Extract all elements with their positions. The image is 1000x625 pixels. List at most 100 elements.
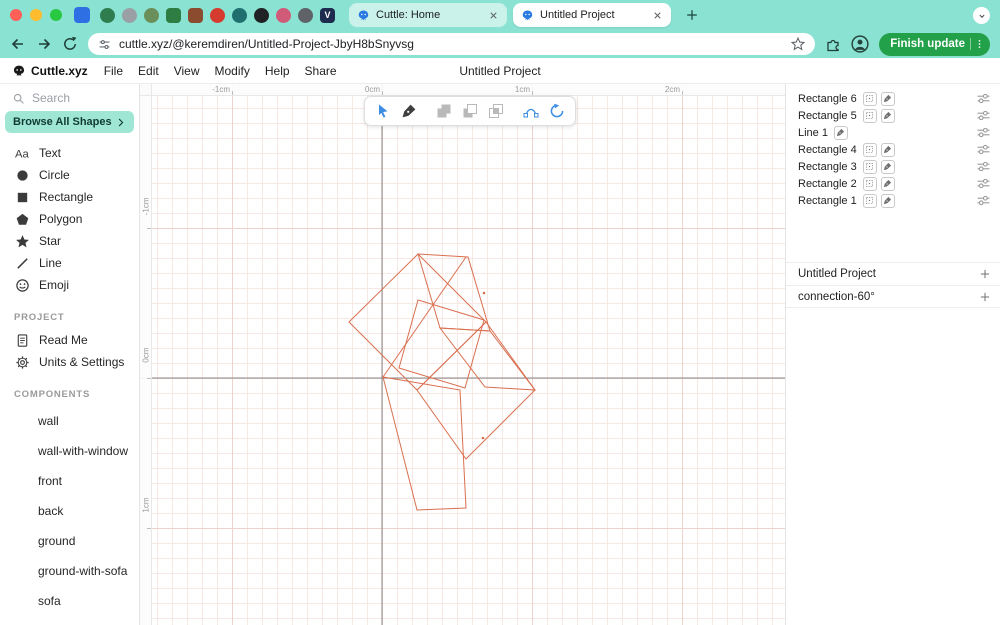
close-tab-icon[interactable] [652,10,663,21]
transform-icon[interactable] [862,193,877,208]
pinned-app-icon[interactable] [74,7,90,23]
menu-share[interactable]: Share [305,64,337,78]
extension-icon[interactable] [232,7,247,23]
component-item-ground-with-sofa[interactable]: ground-with-sofa [0,556,139,586]
layer-row-rectangle-6[interactable]: Rectangle 6 [786,90,1000,107]
reload-button[interactable] [62,36,78,52]
brand-name[interactable]: Cuttle.xyz [31,64,88,78]
layer-row-rectangle-4[interactable]: Rectangle 4 [786,141,1000,158]
menu-edit[interactable]: Edit [138,64,159,78]
project-item-read-me[interactable]: Read Me [0,329,139,351]
forward-button[interactable] [36,36,52,52]
stroke-pen-icon[interactable] [880,108,895,123]
layer-row-rectangle-2[interactable]: Rectangle 2 [786,175,1000,192]
sliders-icon[interactable] [976,110,991,121]
component-item-front[interactable]: front [0,466,139,496]
shape-item-circle[interactable]: Circle [0,164,139,186]
shape-item-emoji[interactable]: Emoji [0,274,139,296]
extension-icon[interactable] [144,7,159,23]
shape-item-star[interactable]: Star [0,230,139,252]
menu-help[interactable]: Help [265,64,290,78]
tab-untitled-project[interactable]: Untitled Project [513,3,671,27]
sliders-icon[interactable] [976,195,991,206]
rotate-tool[interactable] [549,103,565,119]
extension-icon[interactable] [276,7,291,23]
component-item-back[interactable]: back [0,496,139,526]
extension-icon[interactable] [210,7,225,23]
transform-icon[interactable] [862,91,877,106]
stroke-pen-icon[interactable] [833,125,848,140]
stroke-pen-icon[interactable] [880,176,895,191]
add-icon[interactable] [979,291,991,303]
stroke-pen-icon[interactable] [880,193,895,208]
minimize-window-button[interactable] [30,9,42,21]
component-item-door-connection[interactable]: door-connection [0,616,139,625]
layer-row-line-1[interactable]: Line 1 [786,124,1000,141]
group-connection-60[interactable]: connection-60° [786,285,1000,308]
url-bar[interactable]: cuttle.xyz/@keremdiren/Untitled-Project-… [88,33,816,55]
new-tab-button[interactable] [685,8,699,22]
extension-icon[interactable] [188,7,203,23]
stroke-pen-icon[interactable] [880,142,895,157]
shape-item-line[interactable]: Line [0,252,139,274]
sliders-icon[interactable] [976,93,991,104]
extension-icon[interactable] [254,7,269,23]
stroke-pen-icon[interactable] [880,159,895,174]
layer-row-rectangle-1[interactable]: Rectangle 1 [786,192,1000,209]
group-untitled-project[interactable]: Untitled Project [786,262,1000,285]
shape-item-text[interactable]: Aa Text [0,142,139,164]
shape-item-polygon[interactable]: Polygon [0,208,139,230]
close-tab-icon[interactable] [488,10,499,21]
transform-icon[interactable] [862,108,877,123]
site-settings-icon[interactable] [98,38,111,51]
boolean-union-tool[interactable] [436,103,452,119]
bookmark-star-icon[interactable] [791,37,806,51]
close-window-button[interactable] [10,9,22,21]
canvas[interactable]: -1cm 0cm 1cm 2cm -1cm 0cm 1cm [140,84,785,625]
layer-row-rectangle-5[interactable]: Rectangle 5 [786,107,1000,124]
node-tool[interactable] [523,103,539,119]
extension-icon[interactable] [100,7,115,23]
layer-label: Line 1 [798,126,828,139]
profile-avatar[interactable] [851,35,869,53]
finish-update-button[interactable]: Finish update [879,32,990,56]
extensions-puzzle-icon[interactable] [825,36,841,52]
sliders-icon[interactable] [976,178,991,189]
tab-search-button[interactable] [973,7,990,24]
extension-icon[interactable] [122,7,137,23]
zoom-window-button[interactable] [50,9,62,21]
extension-icon[interactable] [166,7,181,23]
extension-icon[interactable] [298,7,313,23]
shape-item-label: Line [39,256,62,270]
menu-view[interactable]: View [174,64,200,78]
pen-tool[interactable] [401,103,417,119]
add-icon[interactable] [979,268,991,280]
stroke-pen-icon[interactable] [880,91,895,106]
component-item-sofa[interactable]: sofa [0,586,139,616]
tab-cuttle-home[interactable]: Cuttle: Home [349,3,507,27]
boolean-intersect-tool[interactable] [488,103,504,119]
transform-icon[interactable] [862,159,877,174]
layer-row-rectangle-3[interactable]: Rectangle 3 [786,158,1000,175]
extension-icon[interactable]: V [320,7,335,23]
shape-item-rectangle[interactable]: Rectangle [0,186,139,208]
transform-icon[interactable] [862,142,877,157]
sliders-icon[interactable] [976,127,991,138]
menu-file[interactable]: File [104,64,123,78]
back-button[interactable] [10,36,26,52]
browse-all-shapes-button[interactable]: Browse All Shapes [5,111,134,133]
sliders-icon[interactable] [976,144,991,155]
component-item-wall[interactable]: wall [0,406,139,436]
project-item-units-settings[interactable]: Units & Settings [0,351,139,373]
component-item-wall-with-window[interactable]: wall-with-window [0,436,139,466]
shapes-sidebar: Search Browse All Shapes Aa Text Circle Rec… [0,84,140,625]
more-options-icon[interactable] [970,38,985,50]
transform-icon[interactable] [862,176,877,191]
boolean-subtract-tool[interactable] [462,103,478,119]
layer-label: Rectangle 5 [798,109,857,122]
menu-modify[interactable]: Modify [215,64,250,78]
component-item-ground[interactable]: ground [0,526,139,556]
select-tool[interactable] [375,103,391,119]
sliders-icon[interactable] [976,161,991,172]
search-box[interactable]: Search [0,87,139,109]
